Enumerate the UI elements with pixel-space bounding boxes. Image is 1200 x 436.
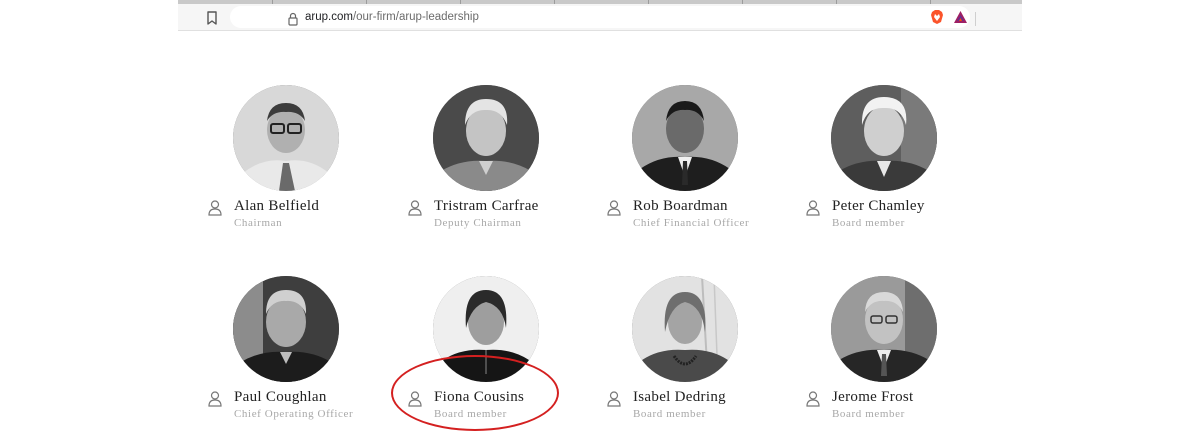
person-icon	[208, 391, 222, 407]
leader-photo[interactable]	[233, 276, 339, 382]
lock-icon[interactable]	[288, 12, 298, 26]
leader-photo[interactable]	[632, 276, 738, 382]
url-text[interactable]: arup.com/our-firm/arup-leadership	[305, 11, 479, 23]
leader-card[interactable]: Alan Belfield Chairman	[208, 85, 408, 245]
leader-role: Chairman	[234, 217, 283, 229]
leader-card[interactable]: Tristram Carfrae Deputy Chairman	[408, 85, 608, 245]
leader-photo[interactable]	[433, 85, 539, 191]
leader-photo[interactable]	[632, 85, 738, 191]
leader-photo[interactable]	[831, 85, 937, 191]
leader-name[interactable]: Jerome Frost	[832, 389, 914, 406]
leader-card[interactable]: Rob Boardman Chief Financial Officer	[607, 85, 807, 245]
brave-rewards-icon[interactable]	[953, 10, 968, 24]
leader-role: Chief Operating Officer	[234, 408, 354, 420]
leader-card[interactable]: Peter Chamley Board member	[806, 85, 1006, 245]
person-icon	[607, 391, 621, 407]
leader-role: Board member	[832, 408, 905, 420]
browser-toolbar: arup.com/our-firm/arup-leadership	[178, 4, 1022, 31]
person-icon	[607, 200, 621, 216]
leader-name[interactable]: Peter Chamley	[832, 198, 925, 215]
highlight-ellipse	[391, 355, 559, 431]
leader-role: Deputy Chairman	[434, 217, 522, 229]
bookmark-icon[interactable]	[206, 11, 218, 25]
person-icon	[208, 200, 222, 216]
url-path: /our-firm/arup-leadership	[352, 11, 479, 23]
leader-photo[interactable]	[233, 85, 339, 191]
person-icon	[806, 391, 820, 407]
leader-card[interactable]: Isabel Dedring Board member	[607, 276, 807, 436]
leader-name[interactable]: Tristram Carfrae	[434, 198, 539, 215]
brave-shield-icon[interactable]	[930, 9, 944, 25]
leader-card[interactable]: Jerome Frost Board member	[806, 276, 1006, 436]
leader-role: Board member	[832, 217, 905, 229]
person-icon	[408, 200, 422, 216]
url-host: arup.com	[305, 11, 353, 23]
leader-role: Chief Financial Officer	[633, 217, 750, 229]
leader-name[interactable]: Isabel Dedring	[633, 389, 726, 406]
leader-name[interactable]: Paul Coughlan	[234, 389, 327, 406]
person-icon	[806, 200, 820, 216]
leader-card[interactable]: Paul Coughlan Chief Operating Officer	[208, 276, 408, 436]
leader-photo[interactable]	[831, 276, 937, 382]
leader-name[interactable]: Alan Belfield	[234, 198, 319, 215]
leader-role: Board member	[633, 408, 706, 420]
urlbar-divider	[975, 12, 976, 26]
leader-name[interactable]: Rob Boardman	[633, 198, 728, 215]
address-bar[interactable]: arup.com/our-firm/arup-leadership	[230, 6, 976, 28]
